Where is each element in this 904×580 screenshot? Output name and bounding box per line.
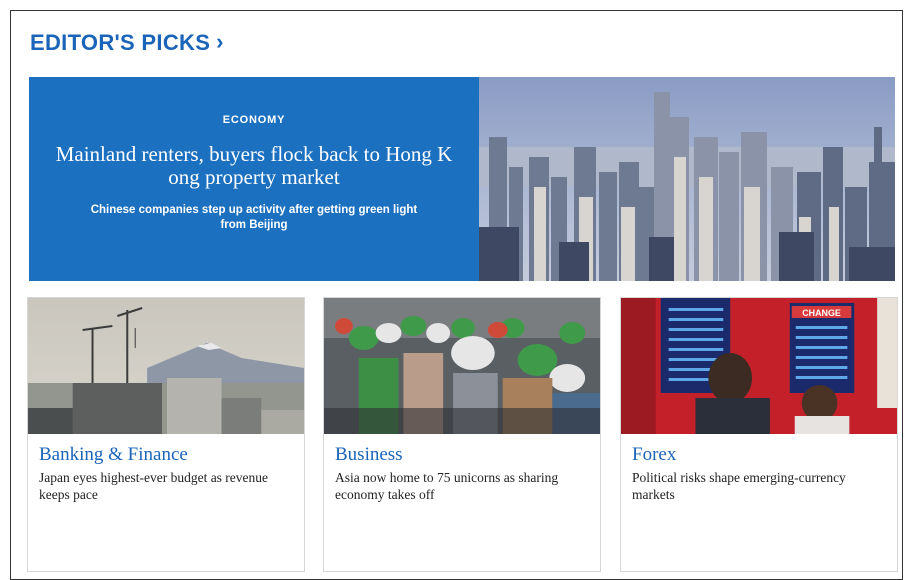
hero-story[interactable]: ECONOMY Mainland renters, buyers flock b… (29, 77, 895, 281)
hero-category[interactable]: ECONOMY (29, 114, 479, 126)
section-title-link[interactable]: EDITOR'S PICKS › (30, 30, 224, 56)
card-headline[interactable]: Political risks shape emerging-currency … (632, 470, 885, 503)
card-headline[interactable]: Asia now home to 75 unicorns as sharing … (335, 470, 588, 503)
card-image-currency-exchange-board[interactable]: CHANGE (621, 298, 897, 434)
hero-image-hong-kong-skyline[interactable] (479, 77, 895, 281)
card-category[interactable]: Forex (632, 444, 676, 466)
card-category[interactable]: Business (335, 444, 403, 466)
card-headline[interactable]: Japan eyes highest-ever budget as revenu… (39, 470, 292, 503)
hero-subhead: Chinese companies step up activity after… (90, 204, 418, 231)
hero-headline[interactable]: Mainland renters, buyers flock back to H… (49, 143, 459, 189)
card-image-cityscape-cranes[interactable] (28, 298, 304, 434)
hero-text-panel: ECONOMY Mainland renters, buyers flock b… (29, 77, 479, 281)
chevron-right-icon: › (216, 29, 224, 54)
card-category[interactable]: Banking & Finance (39, 444, 188, 466)
svg-text:CHANGE: CHANGE (802, 308, 841, 318)
story-card-business[interactable]: Business Asia now home to 75 unicorns as… (323, 297, 601, 572)
card-image-motorcycle-traffic[interactable] (324, 298, 600, 434)
story-card-forex[interactable]: CHANGE Forex Political risks shape emerg… (620, 297, 898, 572)
story-card-banking-finance[interactable]: Banking & Finance Japan eyes highest-eve… (27, 297, 305, 572)
section-title-text: EDITOR'S PICKS (30, 30, 211, 55)
